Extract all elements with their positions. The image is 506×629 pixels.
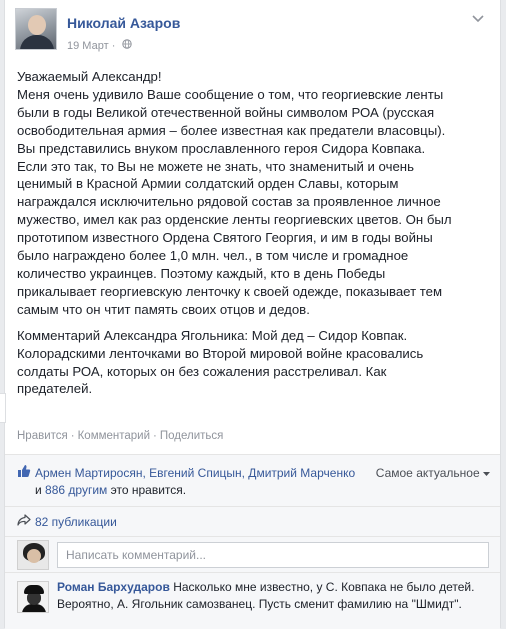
post-paragraph-1: Уважаемый Александр! Меня очень удивило …	[17, 69, 452, 317]
share-arrow-icon	[17, 514, 31, 529]
comment-item: Роман Бархударов Насколько мне известно,…	[5, 572, 500, 629]
globe-icon	[122, 39, 133, 52]
thumbs-up-icon	[17, 464, 31, 481]
post-actions: Нравится · Комментарий · Поделиться	[17, 430, 224, 442]
likers-others[interactable]: 886 другим	[45, 483, 107, 497]
author-avatar[interactable]	[15, 8, 57, 50]
shares-count-link[interactable]: 82 публикации	[35, 515, 117, 529]
comment-composer	[5, 536, 500, 573]
post-body: Уважаемый Александр! Меня очень удивило …	[17, 68, 491, 398]
shares-bar: 82 публикации	[5, 506, 500, 537]
commenter-name[interactable]: Роман Бархударов	[57, 580, 170, 594]
caret-down-icon	[483, 466, 490, 480]
post-date[interactable]: 19 Март	[67, 40, 109, 52]
post-paragraph-2: Комментарий Александра Ягольника: Мой де…	[17, 327, 424, 397]
like-link[interactable]: Нравится	[17, 430, 68, 442]
post-meta: 19 Март ·	[67, 39, 133, 52]
side-tab	[0, 393, 6, 423]
comment-text: Роман Бархударов Насколько мне известно,…	[57, 579, 497, 613]
likes-bar: Армен Мартиросян, Евгений Спицын, Дмитри…	[5, 454, 500, 507]
chevron-down-icon[interactable]	[472, 12, 484, 26]
likers-names[interactable]: Армен Мартиросян, Евгений Спицын, Дмитри…	[35, 466, 355, 480]
post-card: Николай Азаров 19 Март · Уважаемый Алекс…	[4, 0, 501, 629]
sort-label: Самое актуальное	[375, 466, 480, 480]
post-header: Николай Азаров 19 Март ·	[15, 8, 490, 60]
sort-dropdown[interactable]: Самое актуальное	[376, 466, 490, 480]
comment-input[interactable]	[57, 542, 489, 568]
likers-text: Армен Мартиросян, Евгений Спицын, Дмитри…	[35, 466, 356, 497]
author-name[interactable]: Николай Азаров	[67, 15, 180, 31]
share-link[interactable]: Поделиться	[160, 430, 224, 442]
comment-link[interactable]: Комментарий	[78, 430, 150, 442]
current-user-avatar	[17, 540, 49, 570]
commenter-avatar[interactable]	[17, 581, 49, 613]
